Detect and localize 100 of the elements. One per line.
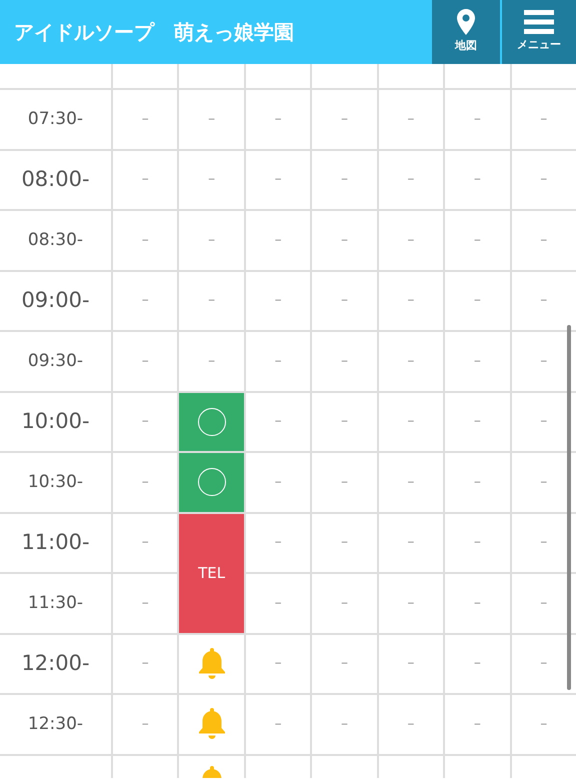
bell-icon <box>196 648 227 680</box>
table-cell <box>246 64 310 88</box>
unavailable-mark: – <box>540 352 548 371</box>
circle-icon <box>198 468 226 496</box>
time-cell: 08:00- <box>0 150 111 209</box>
unavailable-mark: – <box>474 352 481 371</box>
site-title: アイドルソープ 萌えっ娘学園 <box>13 19 295 46</box>
unavailable-mark: – <box>142 714 149 734</box>
unavailable-mark: – <box>407 533 414 552</box>
unavailable-mark: – <box>407 230 414 250</box>
unavailable-mark: – <box>142 412 149 432</box>
unavailable-mark: – <box>142 352 149 371</box>
unavailable-mark: – <box>340 291 348 310</box>
unavailable-mark: – <box>274 533 282 552</box>
table-cell <box>378 756 444 778</box>
unavailable-mark: – <box>340 230 348 250</box>
unavailable-mark: – <box>407 654 414 674</box>
unavailable-mark: – <box>274 291 282 310</box>
unavailable-mark: – <box>340 594 348 613</box>
unavailable-mark: – <box>340 170 348 190</box>
unavailable-mark: – <box>474 472 481 492</box>
available-slot[interactable] <box>179 453 244 512</box>
unavailable-mark: – <box>540 291 548 310</box>
unavailable-mark: – <box>340 714 348 734</box>
unavailable-mark: – <box>540 412 548 432</box>
table-cell <box>312 64 377 88</box>
unavailable-mark: – <box>274 654 282 674</box>
unavailable-mark: – <box>274 594 282 613</box>
time-cell: 10:30- <box>0 453 111 512</box>
table-cell <box>312 756 377 778</box>
unavailable-mark: – <box>407 291 414 310</box>
time-cell: 12:00- <box>0 634 111 693</box>
unavailable-mark: – <box>474 170 481 190</box>
table-cell <box>512 756 576 778</box>
unavailable-mark: – <box>540 594 548 613</box>
unavailable-mark: – <box>540 230 548 250</box>
unavailable-mark: – <box>474 714 481 734</box>
table-cell <box>179 64 244 88</box>
available-slot[interactable] <box>179 392 244 451</box>
time-cell: 12:30- <box>0 695 111 754</box>
unavailable-mark: – <box>142 170 149 190</box>
table-cell <box>445 64 510 88</box>
unavailable-mark: – <box>274 412 282 432</box>
unavailable-mark: – <box>274 170 282 190</box>
time-cell: 11:30- <box>0 574 111 632</box>
unavailable-mark: – <box>474 291 481 310</box>
unavailable-mark: – <box>340 472 348 492</box>
unavailable-mark: – <box>208 110 216 129</box>
unavailable-mark: – <box>142 110 149 129</box>
unavailable-mark: – <box>540 533 548 552</box>
map-button[interactable]: 地図 <box>432 0 500 64</box>
unavailable-mark: – <box>540 170 548 190</box>
unavailable-mark: – <box>208 352 216 371</box>
unavailable-mark: – <box>407 594 414 613</box>
time-cell: 08:30- <box>0 211 111 270</box>
map-pin-icon <box>457 9 475 36</box>
unavailable-mark: – <box>142 594 149 613</box>
circle-icon <box>198 408 226 436</box>
unavailable-mark: – <box>274 472 282 492</box>
unavailable-mark: – <box>407 714 414 734</box>
unavailable-mark: – <box>208 230 216 250</box>
unavailable-mark: – <box>407 170 414 190</box>
unavailable-mark: – <box>142 291 149 310</box>
unavailable-mark: – <box>407 472 414 492</box>
unavailable-mark: – <box>274 230 282 250</box>
unavailable-mark: – <box>340 110 348 129</box>
bell-icon <box>196 708 227 740</box>
phone-slot[interactable]: TEL <box>179 514 244 632</box>
unavailable-mark: – <box>407 352 414 371</box>
unavailable-mark: – <box>474 654 481 674</box>
unavailable-mark: – <box>474 412 481 432</box>
unavailable-mark: – <box>540 714 548 734</box>
time-cell: 10:00- <box>0 392 111 451</box>
unavailable-mark: – <box>208 170 216 190</box>
unavailable-mark: – <box>407 412 414 432</box>
unavailable-mark: – <box>208 291 216 310</box>
table-cell <box>378 64 444 88</box>
unavailable-mark: – <box>274 714 282 734</box>
table-cell <box>113 756 178 778</box>
time-cell: 11:00- <box>0 514 111 572</box>
scrollbar[interactable] <box>567 325 571 690</box>
unavailable-mark: – <box>340 533 348 552</box>
time-cell: 09:00- <box>0 272 111 330</box>
unavailable-mark: – <box>274 110 282 129</box>
unavailable-mark: – <box>142 654 149 674</box>
unavailable-mark: – <box>274 352 282 371</box>
unavailable-mark: – <box>142 472 149 492</box>
unavailable-mark: – <box>340 352 348 371</box>
unavailable-mark: – <box>142 533 149 552</box>
table-cell <box>113 64 178 88</box>
time-cell: 09:30- <box>0 332 111 390</box>
menu-button[interactable]: メニュー <box>502 0 576 64</box>
unavailable-mark: – <box>474 533 481 552</box>
unavailable-mark: – <box>474 594 481 613</box>
unavailable-mark: – <box>540 654 548 674</box>
unavailable-mark: – <box>340 412 348 432</box>
unavailable-mark: – <box>340 654 348 674</box>
unavailable-mark: – <box>540 110 548 129</box>
unavailable-mark: – <box>540 472 548 492</box>
table-cell <box>512 64 576 88</box>
